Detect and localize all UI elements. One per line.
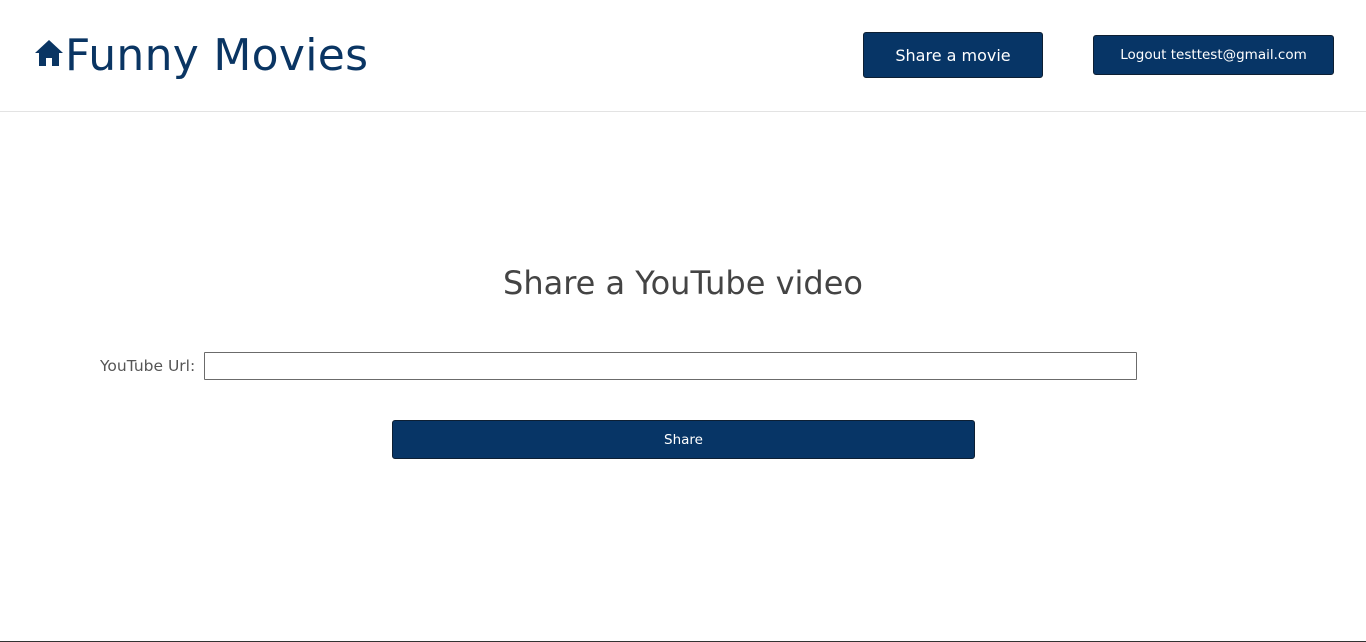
share-button[interactable]: Share [392, 420, 975, 459]
youtube-url-label: YouTube Url: [100, 357, 196, 375]
home-icon [33, 37, 65, 69]
brand-link[interactable]: Funny Movies [33, 28, 368, 84]
brand-title: Funny Movies [65, 30, 369, 81]
youtube-url-input[interactable] [204, 352, 1137, 380]
page-title: Share a YouTube video [503, 264, 863, 302]
logout-button[interactable]: Logout testtest@gmail.com [1093, 35, 1334, 75]
header: Funny Movies Share a movie Logout testte… [0, 0, 1366, 112]
page: Funny Movies Share a movie Logout testte… [0, 0, 1366, 642]
share-a-movie-button[interactable]: Share a movie [863, 32, 1043, 78]
